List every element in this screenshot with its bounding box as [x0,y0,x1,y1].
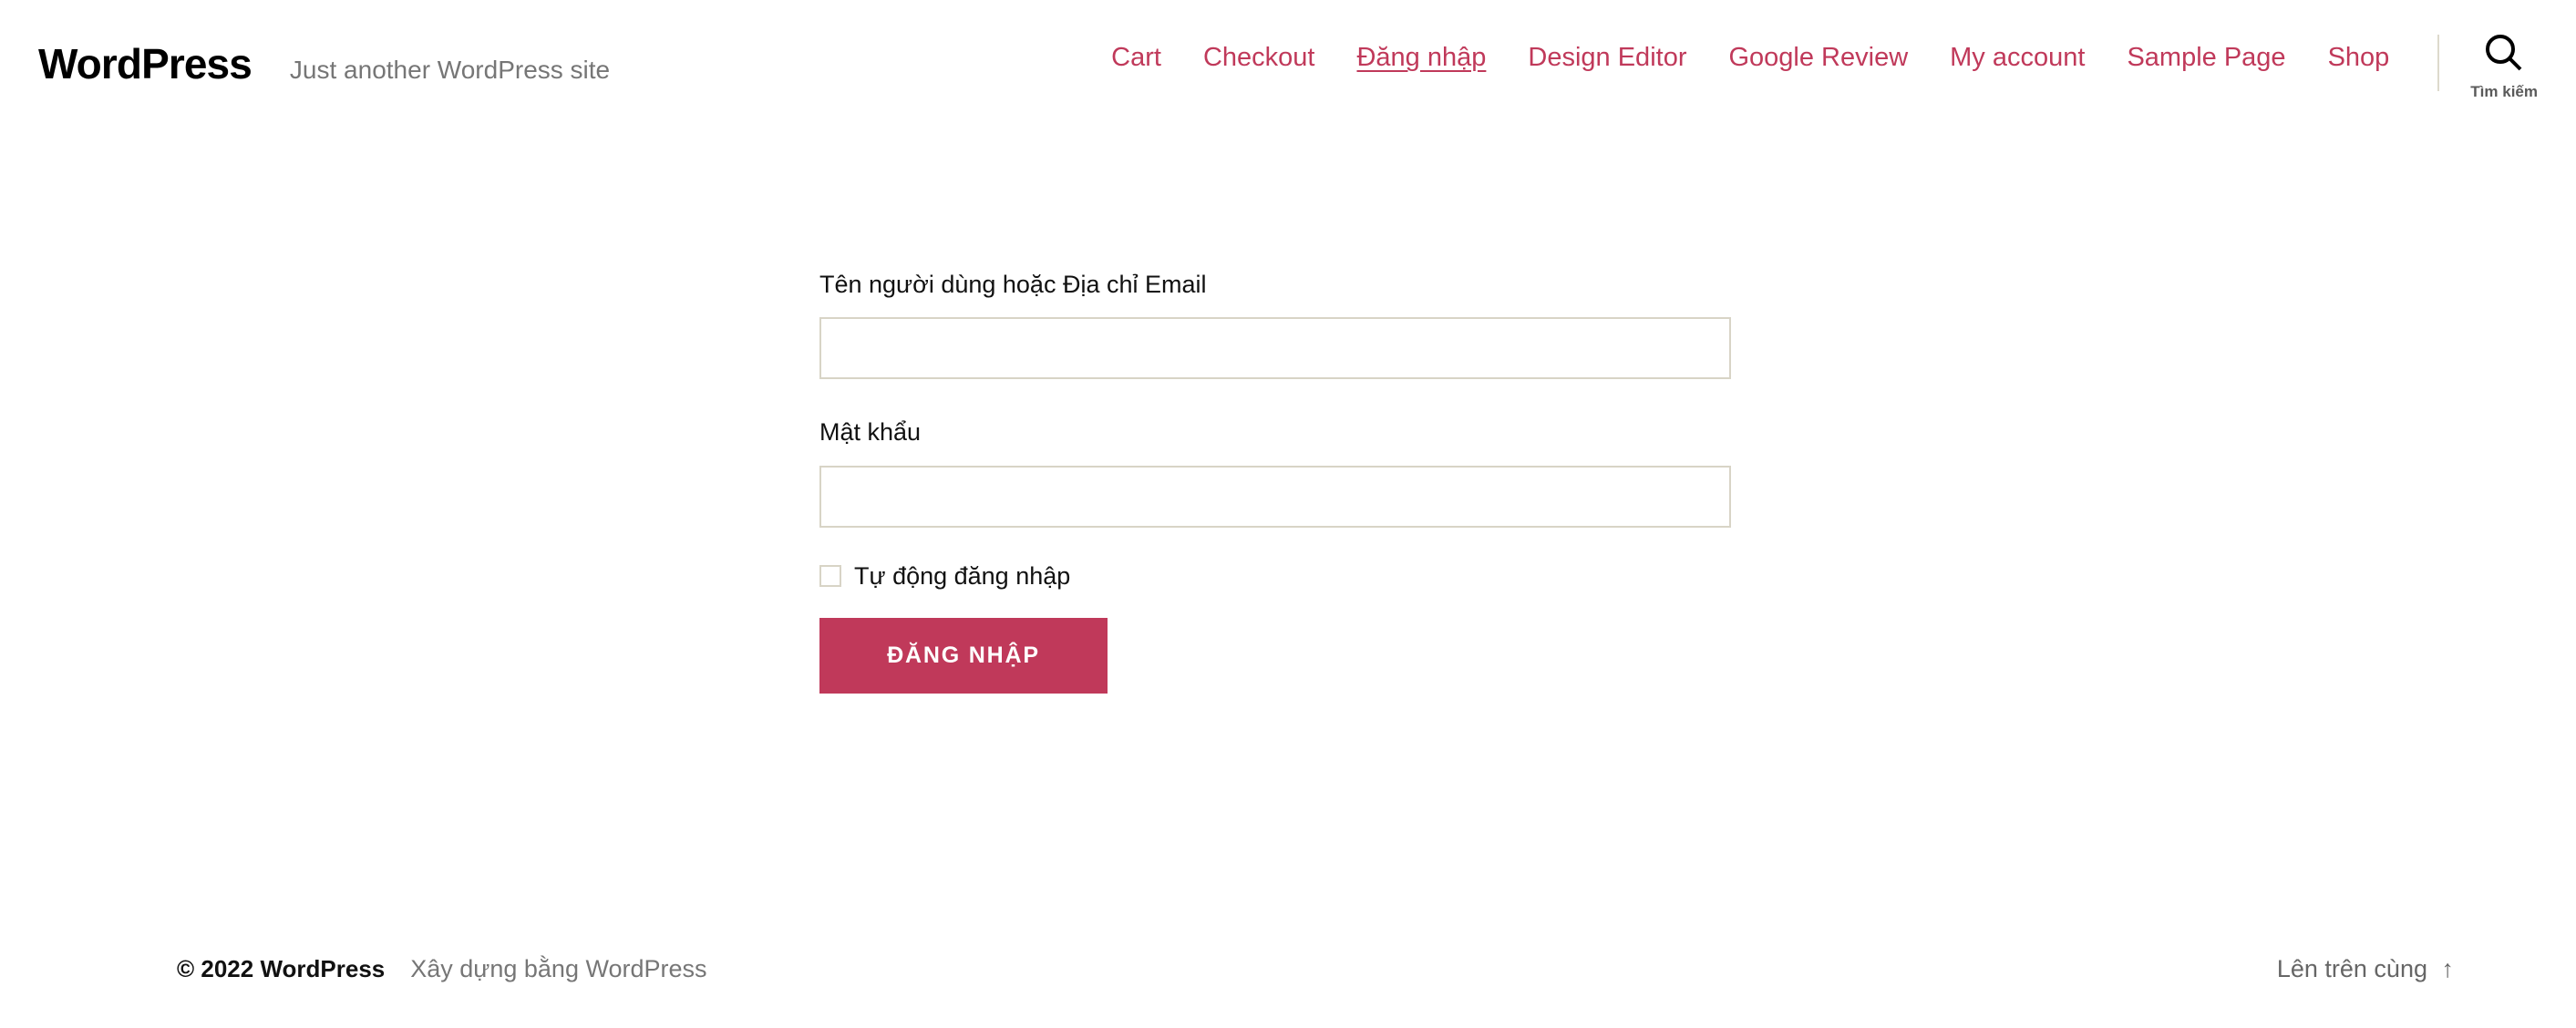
password-label: Mật khẩu [819,418,922,447]
nav-item-google-review[interactable]: Google Review [1707,42,1929,74]
header-right: Cart Checkout Đăng nhập Design Editor Go… [1090,0,2538,101]
footer-left: © 2022 WordPress Xây dựng bằng WordPress [177,955,707,983]
arrow-up-icon: ↑ [2441,954,2455,982]
username-input[interactable] [819,317,1731,380]
site-title[interactable]: WordPress [38,43,252,85]
remember-me-checkbox[interactable] [819,565,841,588]
main-content: Tên người dùng hoặc Địa chỉ Email Mật kh… [0,146,2576,694]
nav-item-my-account[interactable]: My account [1929,42,2106,74]
header-divider [2437,35,2440,91]
search-toggle-button[interactable]: Tìm kiếm [2470,29,2538,101]
password-field-group: Mật khẩu [819,417,1731,528]
username-field-group: Tên người dùng hoặc Địa chỉ Email [819,270,1731,380]
site-header: WordPress Just another WordPress site Ca… [0,0,2576,146]
footer-copyright: © 2022 WordPress [177,954,386,982]
site-branding: WordPress Just another WordPress site [38,0,610,85]
nav-item-dang-nhap[interactable]: Đăng nhập [1335,42,1507,74]
footer-credit-link[interactable]: Xây dựng bằng WordPress [410,955,706,983]
password-input[interactable] [819,465,1731,528]
nav-item-sample-page[interactable]: Sample Page [2106,42,2306,74]
username-label: Tên người dùng hoặc Địa chỉ Email [819,271,1207,298]
primary-navigation: Cart Checkout Đăng nhập Design Editor Go… [1090,42,2410,74]
nav-item-shop[interactable]: Shop [2307,42,2411,74]
nav-item-checkout[interactable]: Checkout [1182,42,1336,74]
site-tagline: Just another WordPress site [289,56,611,84]
field-spacer [819,379,1731,417]
nav-item-design-editor[interactable]: Design Editor [1507,42,1707,74]
remember-me-row: Tự động đăng nhập [819,563,1731,589]
nav-item-cart[interactable]: Cart [1090,42,1182,74]
back-to-top-link[interactable]: Lên trên cùng ↑ [2277,955,2454,983]
back-to-top-label: Lên trên cùng [2276,954,2427,982]
login-submit-button[interactable]: Đăng nhập [819,617,1108,694]
login-form: Tên người dùng hoặc Địa chỉ Email Mật kh… [819,146,1731,694]
search-toggle-label: Tìm kiếm [2470,83,2538,100]
site-footer: © 2022 WordPress Xây dựng bằng WordPress… [0,910,2576,1028]
remember-me-label[interactable]: Tự động đăng nhập [854,563,1070,589]
search-icon [2480,29,2528,77]
